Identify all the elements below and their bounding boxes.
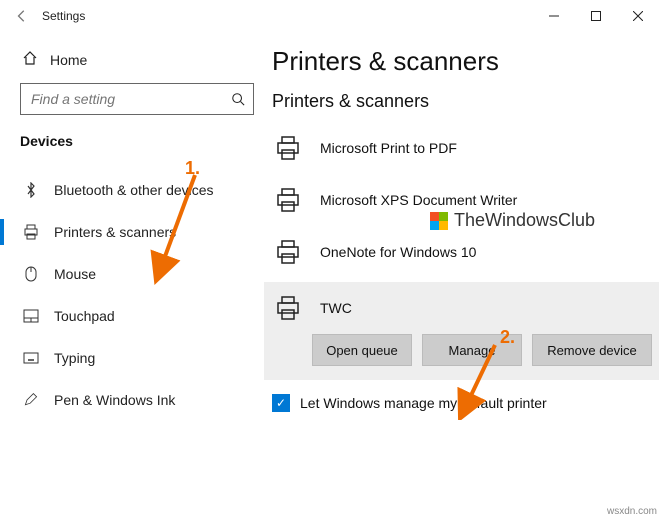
default-printer-checkbox[interactable]: ✓ Let Windows manage my default printer bbox=[272, 394, 652, 412]
watermark: TheWindowsClub bbox=[430, 210, 595, 231]
annotation-num-2: 2. bbox=[500, 327, 515, 348]
printer-icon bbox=[272, 236, 304, 268]
nav-typing[interactable]: Typing bbox=[20, 337, 254, 379]
open-queue-button[interactable]: Open queue bbox=[312, 334, 412, 366]
check-icon: ✓ bbox=[272, 394, 290, 412]
printer-icon bbox=[272, 132, 304, 164]
printer-icon bbox=[272, 184, 304, 216]
nav-label: Bluetooth & other devices bbox=[54, 182, 214, 198]
nav-pen[interactable]: Pen & Windows Ink bbox=[20, 379, 254, 421]
annotation-num-1: 1. bbox=[185, 158, 200, 179]
remove-device-button[interactable]: Remove device bbox=[532, 334, 652, 366]
nav-touchpad[interactable]: Touchpad bbox=[20, 295, 254, 337]
device-item[interactable]: Microsoft Print to PDF bbox=[272, 122, 652, 174]
watermark-text: TheWindowsClub bbox=[454, 210, 595, 231]
search-box[interactable] bbox=[20, 83, 254, 115]
mouse-icon bbox=[22, 266, 40, 282]
titlebar: Settings bbox=[0, 0, 659, 32]
nav-mouse[interactable]: Mouse bbox=[20, 253, 254, 295]
nav-bluetooth[interactable]: Bluetooth & other devices bbox=[20, 169, 254, 211]
device-label: Microsoft Print to PDF bbox=[320, 140, 457, 156]
touchpad-icon bbox=[22, 309, 40, 323]
main-panel: Printers & scanners Printers & scanners … bbox=[254, 32, 659, 517]
window-title: Settings bbox=[42, 9, 85, 23]
search-input[interactable] bbox=[21, 91, 223, 107]
keyboard-icon bbox=[22, 352, 40, 364]
checkbox-label: Let Windows manage my default printer bbox=[300, 395, 547, 411]
nav-label: Printers & scanners bbox=[54, 224, 176, 240]
section-title: Printers & scanners bbox=[272, 91, 652, 112]
search-icon[interactable] bbox=[223, 84, 253, 114]
device-label: OneNote for Windows 10 bbox=[320, 244, 476, 260]
home-link[interactable]: Home bbox=[20, 42, 254, 83]
printer-icon bbox=[272, 292, 304, 324]
sidebar: Home Devices Bluetooth & other devices P… bbox=[0, 32, 254, 517]
close-button[interactable] bbox=[617, 0, 659, 32]
printer-icon bbox=[22, 224, 40, 240]
nav-label: Touchpad bbox=[54, 308, 115, 324]
device-label: Microsoft XPS Document Writer bbox=[320, 192, 517, 208]
logo-icon bbox=[430, 212, 448, 230]
nav-label: Pen & Windows Ink bbox=[54, 392, 175, 408]
nav-printers[interactable]: Printers & scanners bbox=[20, 211, 254, 253]
home-label: Home bbox=[50, 52, 87, 68]
home-icon bbox=[22, 50, 38, 69]
maximize-button[interactable] bbox=[575, 0, 617, 32]
corner-watermark: wsxdn.com bbox=[607, 506, 657, 517]
device-actions: Open queue Manage Remove device bbox=[264, 334, 659, 380]
page-title: Printers & scanners bbox=[272, 46, 652, 77]
bluetooth-icon bbox=[22, 182, 40, 198]
minimize-button[interactable] bbox=[533, 0, 575, 32]
back-icon[interactable] bbox=[10, 4, 34, 28]
category-heading: Devices bbox=[20, 133, 254, 149]
device-label: TWC bbox=[320, 300, 352, 316]
pen-icon bbox=[22, 392, 40, 408]
nav-label: Mouse bbox=[54, 266, 96, 282]
device-item[interactable]: OneNote for Windows 10 bbox=[272, 226, 652, 278]
nav-label: Typing bbox=[54, 350, 95, 366]
device-item-selected[interactable]: TWC bbox=[264, 282, 659, 334]
